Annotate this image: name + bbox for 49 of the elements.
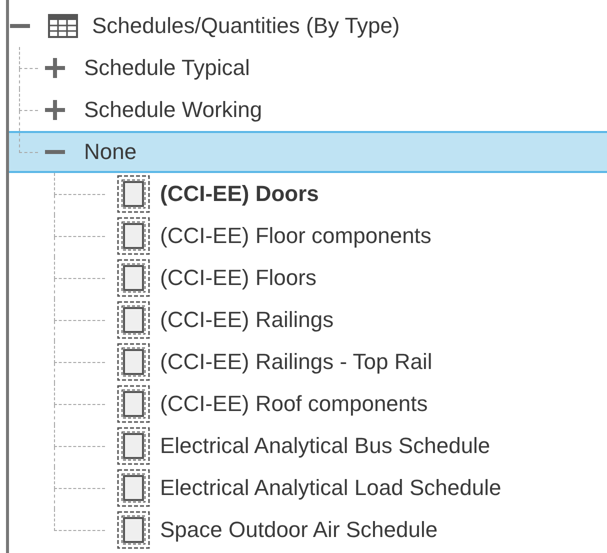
connector-elbow [54, 425, 105, 446]
tree-item[interactable]: Electrical Analytical Load Schedule [160, 475, 502, 501]
schedule-view-icon [117, 343, 150, 381]
tree-item[interactable]: Schedule Working [84, 97, 262, 123]
connector-elbow [54, 509, 105, 530]
tree-row[interactable]: (CCI-EE) Floors [9, 257, 607, 299]
tree-item[interactable]: (CCI-EE) Doors [160, 181, 319, 207]
connector-elbow [19, 89, 38, 110]
tree-item[interactable]: Space Outdoor Air Schedule [160, 517, 438, 543]
tree-row[interactable]: Schedule Typical [9, 47, 607, 89]
tree-row[interactable]: (CCI-EE) Doors [9, 173, 607, 215]
tree-item[interactable]: Schedules/Quantities (By Type) [92, 13, 400, 39]
schedule-view-icon [117, 469, 150, 507]
connector-elbow [54, 257, 105, 278]
tree-item[interactable]: (CCI-EE) Railings [160, 307, 334, 333]
tree-item[interactable]: (CCI-EE) Railings - Top Rail [160, 349, 432, 375]
connector-elbow [54, 173, 105, 194]
schedule-view-icon [117, 427, 150, 465]
tree-item[interactable]: (CCI-EE) Floor components [160, 223, 432, 249]
tree-item[interactable]: Electrical Analytical Bus Schedule [160, 433, 490, 459]
connector-elbow [54, 299, 105, 320]
tree-row[interactable]: Electrical Analytical Bus Schedule [9, 425, 607, 467]
schedule-view-icon [117, 175, 150, 213]
tree-item[interactable]: Schedule Typical [84, 55, 250, 81]
connector-elbow [54, 383, 105, 404]
expand-icon[interactable] [45, 58, 65, 78]
connector-elbow [54, 467, 105, 488]
table-icon [48, 14, 78, 38]
tree-item[interactable]: (CCI-EE) Floors [160, 265, 316, 291]
schedule-view-icon [117, 385, 150, 423]
tree-item[interactable]: None [84, 139, 137, 165]
tree-row[interactable]: (CCI-EE) Roof components [9, 383, 607, 425]
schedule-view-icon [117, 511, 150, 549]
schedule-view-icon [117, 217, 150, 255]
schedule-view-icon [117, 259, 150, 297]
connector-elbow [54, 341, 105, 362]
tree-row[interactable]: Space Outdoor Air Schedule [9, 509, 607, 551]
tree-row[interactable]: (CCI-EE) Railings [9, 299, 607, 341]
tree-row[interactable]: (CCI-EE) Floor components [9, 215, 607, 257]
tree-row[interactable]: Electrical Analytical Load Schedule [9, 467, 607, 509]
connector-elbow [19, 47, 38, 68]
tree-item[interactable]: (CCI-EE) Roof components [160, 391, 428, 417]
connector-elbow [54, 215, 105, 236]
tree-row[interactable]: (CCI-EE) Railings - Top Rail [9, 341, 607, 383]
tree-row[interactable]: Schedules/Quantities (By Type) [9, 5, 607, 47]
connector-elbow [19, 133, 38, 152]
tree-row[interactable]: None [9, 131, 607, 173]
expand-icon[interactable] [45, 100, 65, 120]
schedule-view-icon [117, 301, 150, 339]
